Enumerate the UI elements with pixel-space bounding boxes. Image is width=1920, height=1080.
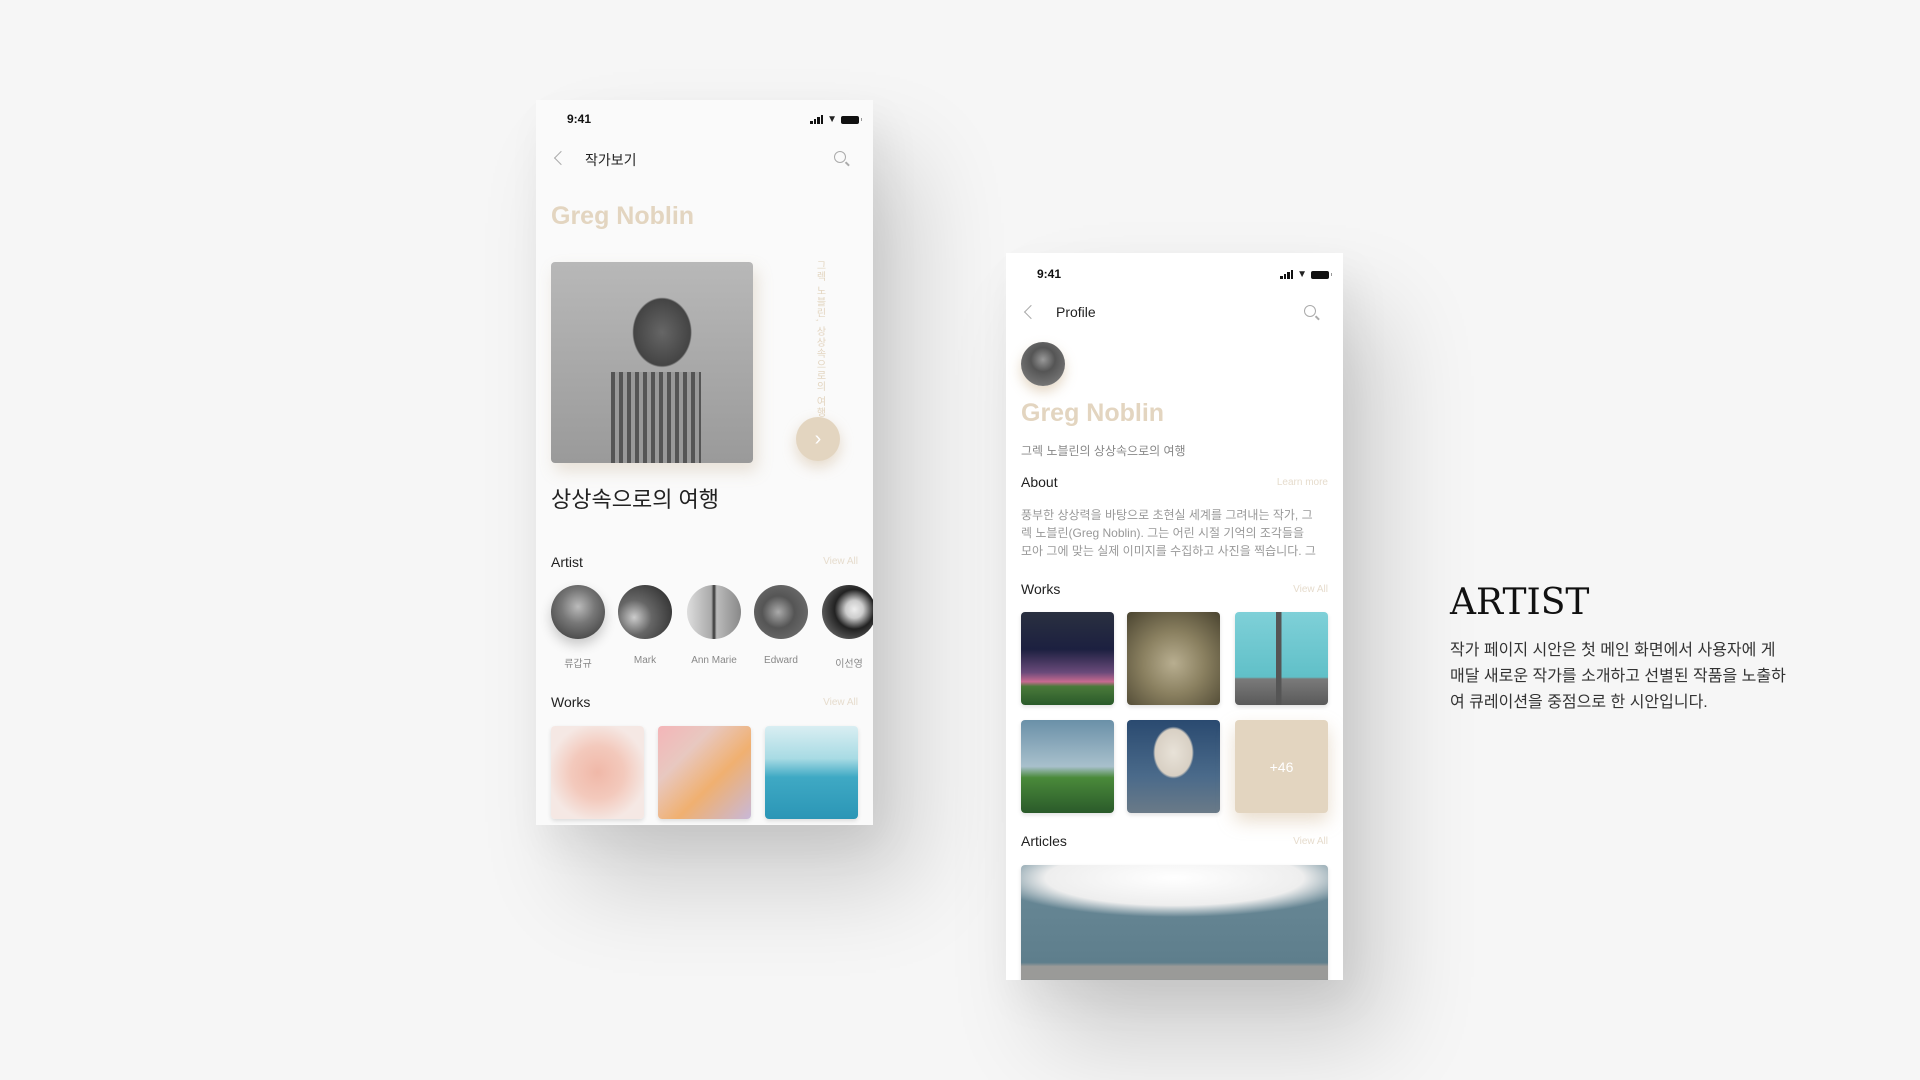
- work-thumbnail[interactable]: [1235, 612, 1328, 705]
- description-text: 작가 페이지 시안은 첫 메인 화면에서 사용자에 게 매달 새로운 작가를 소…: [1450, 638, 1786, 716]
- about-line: 모아 그에 맞는 실제 이미지를 수집하고 사진을 찍습니다. 그: [1021, 544, 1316, 558]
- wifi-icon: ▼: [1297, 269, 1307, 280]
- description-line: 작가 페이지 시안은 첫 메인 화면에서 사용자에 게: [1450, 642, 1776, 659]
- artist-section-title: Artist: [551, 554, 583, 570]
- artist-screen-mockup: 9:41 ▼ 작가보기 Greg Noblin 그렉 노블린, 상상속으로의 여…: [536, 100, 873, 825]
- status-icons: ▼: [1280, 269, 1332, 280]
- artist-photo[interactable]: [551, 262, 753, 463]
- artist-name-label: Mark: [633, 655, 657, 666]
- works-title: Works: [1021, 581, 1061, 597]
- artist-avatar[interactable]: [618, 585, 672, 639]
- artist-avatar[interactable]: [822, 585, 873, 639]
- works-view-all-link[interactable]: View All: [1293, 584, 1328, 595]
- chevron-right-icon: ›: [814, 427, 822, 450]
- about-line: 렉 노블린(Greg Noblin). 그는 어린 시절 기억의 조각들을: [1021, 526, 1305, 540]
- next-button[interactable]: ›: [796, 417, 840, 461]
- work-thumbnail[interactable]: [1021, 720, 1114, 813]
- battery-icon: [1311, 270, 1332, 279]
- artist-name-label: 이선영: [835, 659, 863, 670]
- work-thumbnail[interactable]: [1127, 720, 1220, 813]
- search-icon[interactable]: [1304, 305, 1316, 317]
- artist-view-all-link[interactable]: View All: [823, 556, 858, 567]
- artist-avatar[interactable]: [551, 585, 605, 639]
- articles-view-all-link[interactable]: View All: [1293, 836, 1328, 847]
- articles-title: Articles: [1021, 833, 1067, 849]
- more-works-count: +46: [1269, 758, 1294, 775]
- about-text: 풍부한 상상력을 바탕으로 초현실 세계를 그려내는 작가, 그 렉 노블린(G…: [1021, 506, 1316, 560]
- battery-icon: [841, 115, 862, 124]
- profile-subtitle: 그렉 노블린의 상상속으로의 여행: [1021, 444, 1186, 458]
- work-thumbnail[interactable]: [658, 726, 751, 819]
- vertical-caption: 그렉 노블린, 상상속으로의 여행: [814, 260, 825, 419]
- signal-icon: [810, 115, 824, 124]
- artist-name-label: Edward: [764, 655, 798, 666]
- work-thumbnail[interactable]: [1127, 612, 1220, 705]
- signal-icon: [1280, 270, 1294, 279]
- profile-screen-mockup: 9:41 ▼ Profile Greg Noblin 그렉 노블린의 상상속으로…: [1006, 253, 1343, 980]
- artist-name: Greg Noblin: [551, 202, 695, 230]
- artist-name-label: 류갑규: [564, 659, 592, 670]
- work-thumbnail[interactable]: [765, 726, 858, 819]
- nav-title: Profile: [1056, 304, 1096, 320]
- more-works-button[interactable]: +46: [1235, 720, 1328, 813]
- back-button[interactable]: [553, 150, 569, 166]
- back-button[interactable]: [1023, 304, 1039, 320]
- description-line: 매달 새로운 작가를 소개하고 선별된 작품을 노출하: [1450, 668, 1786, 685]
- status-time: 9:41: [567, 112, 592, 126]
- article-image[interactable]: [1021, 865, 1328, 980]
- work-thumbnail[interactable]: [551, 726, 644, 819]
- search-icon[interactable]: [834, 151, 846, 163]
- profile-avatar: [1021, 342, 1065, 386]
- description-line: 여 큐레이션을 중점으로 한 시안입니다.: [1450, 694, 1708, 711]
- work-thumbnail[interactable]: [1021, 612, 1114, 705]
- works-view-all-link[interactable]: View All: [823, 697, 858, 708]
- status-icons: ▼: [810, 114, 862, 125]
- status-time: 9:41: [1037, 267, 1062, 281]
- artist-avatar[interactable]: [754, 585, 808, 639]
- about-title: About: [1021, 474, 1058, 490]
- learn-more-link[interactable]: Learn more: [1277, 477, 1328, 488]
- nav-title: 작가보기: [585, 152, 637, 168]
- artist-name-label: Ann Marie: [691, 655, 737, 666]
- works-section-title: Works: [551, 694, 591, 710]
- wifi-icon: ▼: [827, 114, 837, 125]
- description-heading: ARTIST: [1450, 582, 1590, 623]
- about-line: 풍부한 상상력을 바탕으로 초현실 세계를 그려내는 작가, 그: [1021, 508, 1313, 522]
- artist-avatar[interactable]: [687, 585, 741, 639]
- feature-title: 상상속으로의 여행: [551, 487, 720, 512]
- artist-name: Greg Noblin: [1021, 399, 1165, 427]
